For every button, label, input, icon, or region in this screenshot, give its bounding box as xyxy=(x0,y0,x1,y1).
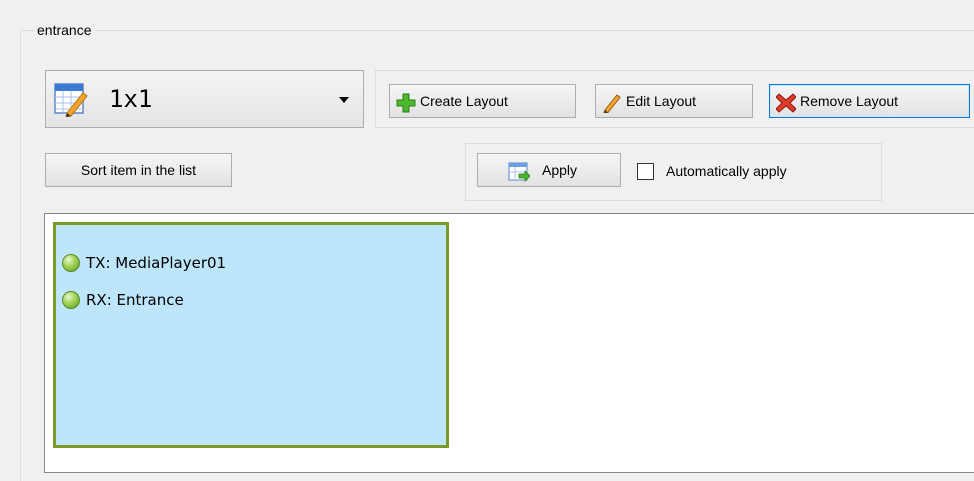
remove-layout-label: Remove Layout xyxy=(800,93,899,109)
apply-icon xyxy=(508,161,531,182)
list-item[interactable]: RX: Entrance xyxy=(62,288,184,312)
tx-source-label: TX: MediaPlayer01 xyxy=(86,254,227,272)
remove-layout-button[interactable]: Remove Layout xyxy=(769,84,970,118)
list-item[interactable]: TX: MediaPlayer01 xyxy=(62,251,226,275)
sort-items-button[interactable]: Sort item in the list xyxy=(45,153,232,187)
chevron-down-icon[interactable] xyxy=(339,97,349,103)
rx-display-label: RX: Entrance xyxy=(86,291,184,309)
create-layout-button[interactable]: Create Layout xyxy=(389,84,576,118)
create-layout-label: Create Layout xyxy=(420,93,508,109)
apply-button[interactable]: Apply xyxy=(477,153,621,187)
automatically-apply-label: Automatically apply xyxy=(666,163,787,179)
apply-label: Apply xyxy=(542,162,578,178)
layout-dropdown[interactable]: 1x1 xyxy=(45,70,364,128)
status-online-icon xyxy=(62,291,80,309)
groupbox-title: entrance xyxy=(33,20,96,40)
plus-icon xyxy=(396,92,416,113)
edit-layout-button[interactable]: Edit Layout xyxy=(595,84,753,118)
red-x-icon xyxy=(775,92,797,113)
status-online-icon xyxy=(62,254,80,272)
pencil-icon xyxy=(602,92,622,114)
layout-edit-icon xyxy=(53,81,89,118)
automatically-apply-checkbox[interactable] xyxy=(637,163,654,180)
edit-layout-label: Edit Layout xyxy=(626,93,697,109)
layout-dropdown-value: 1x1 xyxy=(109,85,153,113)
